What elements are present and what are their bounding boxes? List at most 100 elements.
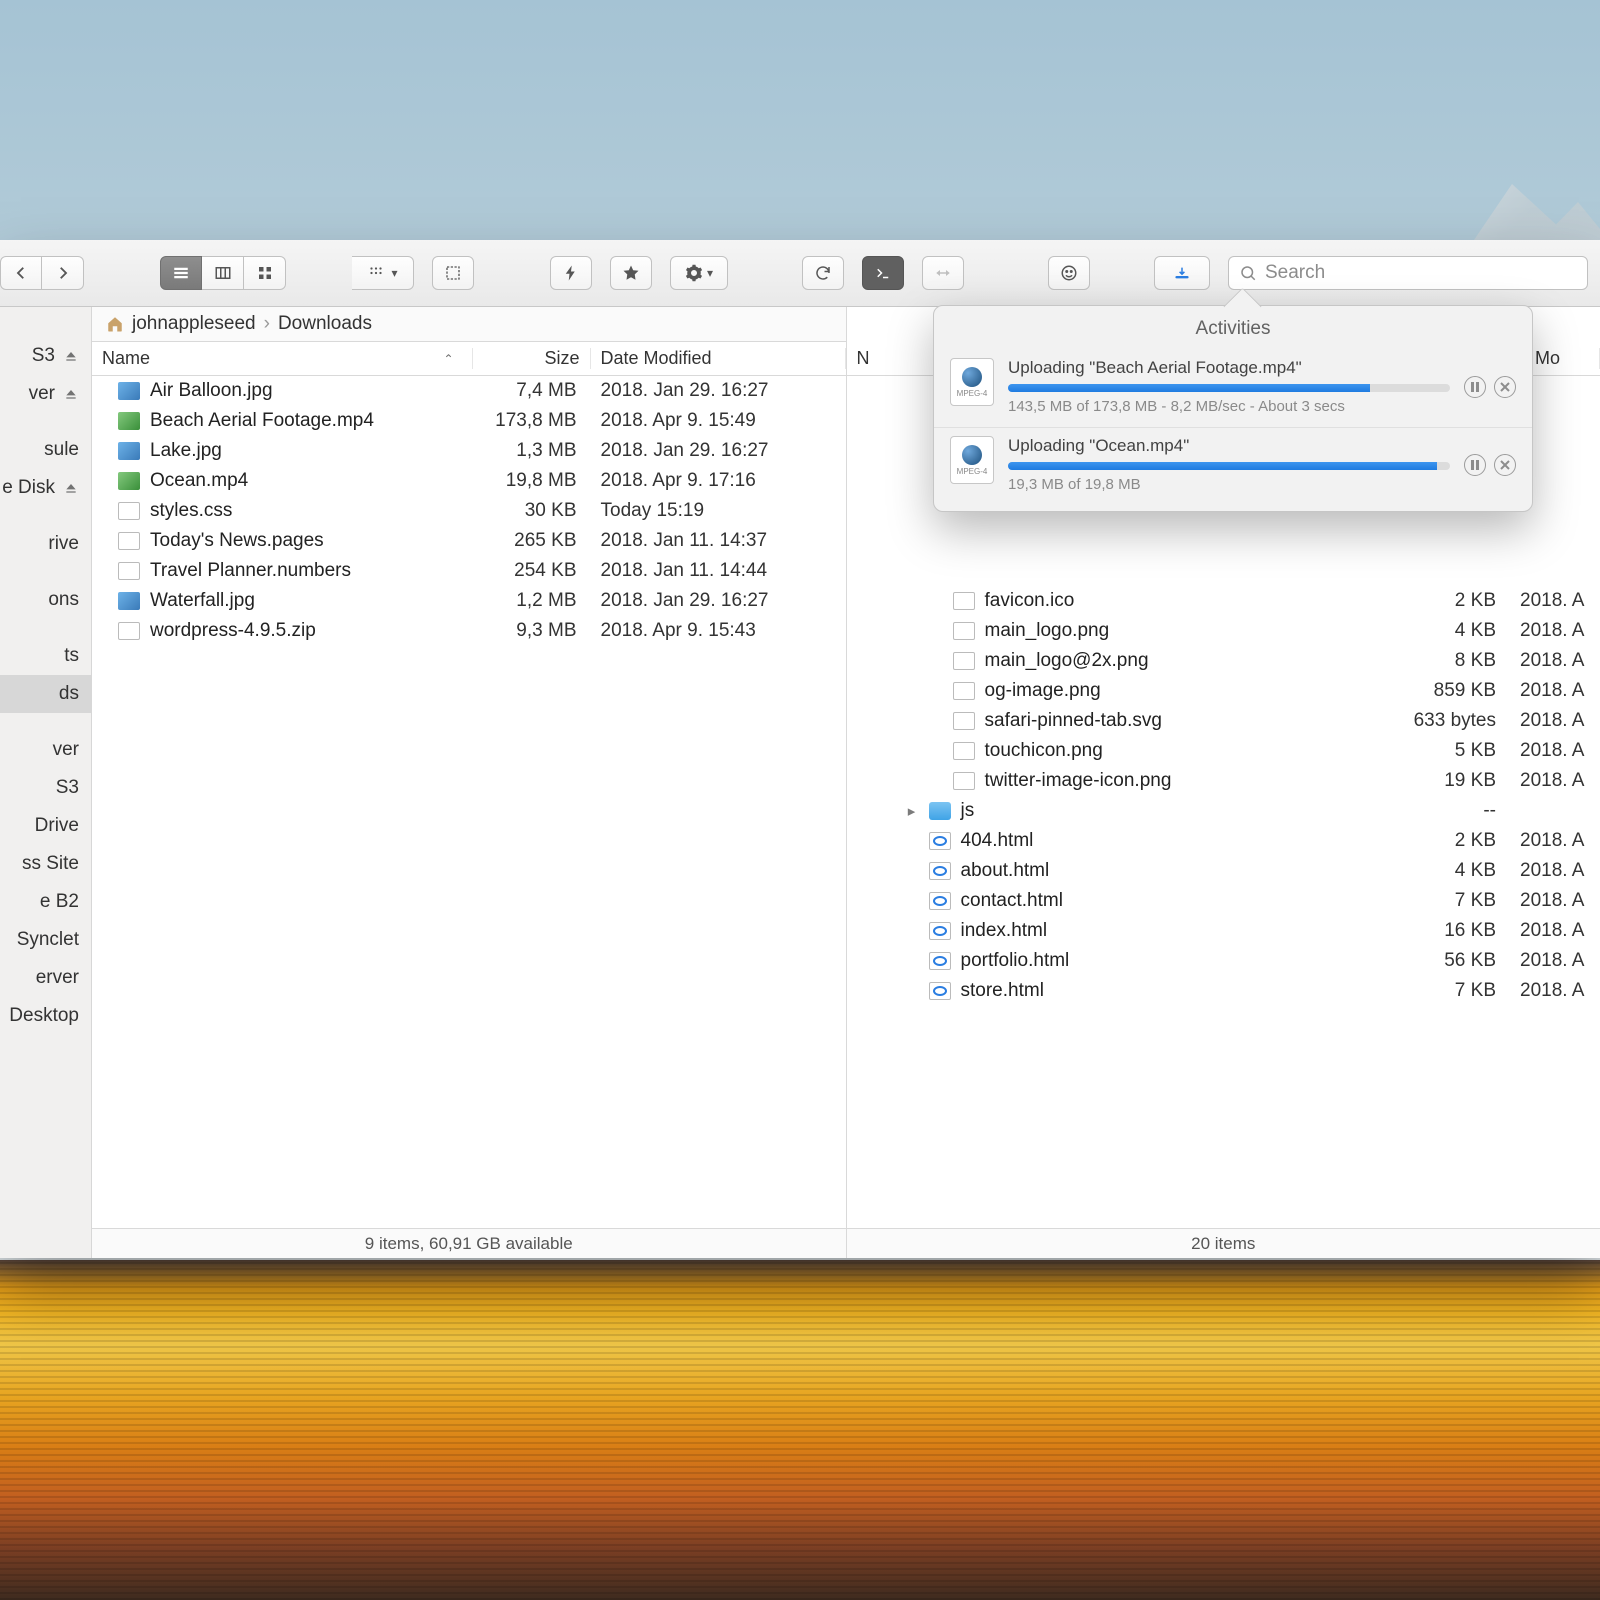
file-row[interactable]: Lake.jpg1,3 MB2018. Jan 29. 16:27 <box>92 436 846 466</box>
sidebar: .S3ver.sulee Disk.rive.ons.tsds.verS3Dri… <box>0 307 92 1258</box>
new-folder-button[interactable] <box>432 256 474 290</box>
file-row[interactable]: touchicon.png5 KB2018. A <box>847 736 1600 766</box>
cancel-button[interactable] <box>1494 454 1516 476</box>
terminal-button[interactable] <box>862 256 904 290</box>
file-date: 2018. Jan 11. 14:37 <box>591 530 846 552</box>
file-row[interactable]: contact.html7 KB2018. A <box>847 886 1600 916</box>
file-row[interactable]: Today's News.pages265 KB2018. Jan 11. 14… <box>92 526 846 556</box>
file-icon <box>929 982 951 1000</box>
activity-detail: 19,3 MB of 19,8 MB <box>1008 476 1450 493</box>
cancel-button[interactable] <box>1494 376 1516 398</box>
left-header: Name ⌃ Size Date Modified <box>92 342 846 376</box>
file-size: -- <box>1370 800 1510 822</box>
breadcrumb-seg[interactable]: Downloads <box>278 313 372 335</box>
file-row[interactable]: portfolio.html56 KB2018. A <box>847 946 1600 976</box>
pause-button[interactable] <box>1464 376 1486 398</box>
eject-icon[interactable] <box>63 348 79 364</box>
file-size: 9,3 MB <box>473 620 591 642</box>
file-date: 2018. Apr 9. 15:43 <box>591 620 846 642</box>
favorite-button[interactable] <box>610 256 652 290</box>
file-row[interactable]: Ocean.mp419,8 MB2018. Apr 9. 17:16 <box>92 466 846 496</box>
eject-icon[interactable] <box>63 480 79 496</box>
file-icon <box>953 682 975 700</box>
transfers-button[interactable] <box>1154 256 1210 290</box>
file-row[interactable]: main_logo.png4 KB2018. A <box>847 616 1600 646</box>
sidebar-item-label: S3 <box>32 345 55 367</box>
sync-button[interactable] <box>802 256 844 290</box>
arrange-button[interactable]: ▾ <box>352 256 414 290</box>
sidebar-item[interactable]: rive <box>0 525 91 563</box>
file-size: 1,3 MB <box>473 440 591 462</box>
sidebar-item[interactable]: Synclet <box>0 921 91 959</box>
sidebar-item[interactable]: ver <box>0 731 91 769</box>
file-row[interactable]: Waterfall.jpg1,2 MB2018. Jan 29. 16:27 <box>92 586 846 616</box>
file-row[interactable]: store.html7 KB2018. A <box>847 976 1600 1006</box>
sidebar-item-label: S3 <box>56 777 79 799</box>
file-size: 4 KB <box>1370 860 1510 882</box>
breadcrumb-seg[interactable]: johnappleseed <box>132 313 256 335</box>
file-row[interactable]: wordpress-4.9.5.zip9,3 MB2018. Apr 9. 15… <box>92 616 846 646</box>
pause-button[interactable] <box>1464 454 1486 476</box>
sidebar-item[interactable]: erver <box>0 959 91 997</box>
sidebar-item-label: rive <box>48 533 79 555</box>
file-row[interactable]: twitter-image-icon.png19 KB2018. A <box>847 766 1600 796</box>
file-size: 19,8 MB <box>473 470 591 492</box>
sidebar-item[interactable]: S3 <box>0 337 91 375</box>
col-name[interactable]: Name ⌃ <box>92 348 473 369</box>
file-row[interactable]: Travel Planner.numbers254 KB2018. Jan 11… <box>92 556 846 586</box>
file-date: 2018. A <box>1510 830 1600 852</box>
sidebar-item[interactable]: Drive <box>0 807 91 845</box>
file-name: styles.css <box>150 500 232 522</box>
action-menu-button[interactable]: ▾ <box>670 256 728 290</box>
sidebar-item-label: ons <box>48 589 79 611</box>
file-name: favicon.ico <box>985 590 1075 612</box>
file-row[interactable]: safari-pinned-tab.svg633 bytes2018. A <box>847 706 1600 736</box>
file-name: js <box>961 800 975 822</box>
view-columns-button[interactable] <box>202 256 244 290</box>
eject-icon[interactable] <box>63 386 79 402</box>
file-row[interactable]: index.html16 KB2018. A <box>847 916 1600 946</box>
search-field[interactable]: Search <box>1228 256 1588 290</box>
file-icon <box>953 772 975 790</box>
file-row[interactable]: ▸ js -- <box>847 796 1600 826</box>
file-row[interactable]: Beach Aerial Footage.mp4173,8 MB2018. Ap… <box>92 406 846 436</box>
file-date: 2018. A <box>1510 980 1600 1002</box>
file-name: main_logo@2x.png <box>985 650 1149 672</box>
col-name-label: Name <box>102 348 150 369</box>
file-date: 2018. Jan 29. 16:27 <box>591 440 846 462</box>
view-icons-button[interactable] <box>244 256 286 290</box>
col-date[interactable]: Date Modified <box>591 348 846 369</box>
file-row[interactable]: og-image.png859 KB2018. A <box>847 676 1600 706</box>
file-size: 5 KB <box>1370 740 1510 762</box>
sidebar-item[interactable]: sule <box>0 431 91 469</box>
file-row[interactable]: 404.html2 KB2018. A <box>847 826 1600 856</box>
emoji-button[interactable] <box>1048 256 1090 290</box>
compare-button[interactable] <box>922 256 964 290</box>
left-breadcrumb[interactable]: johnappleseed › Downloads <box>92 307 846 342</box>
file-date: 2018. A <box>1510 710 1600 732</box>
view-list-button[interactable] <box>160 256 202 290</box>
sidebar-item[interactable]: ds <box>0 675 91 713</box>
file-icon <box>953 712 975 730</box>
file-name: store.html <box>961 980 1044 1002</box>
file-row[interactable]: styles.css30 KBToday 15:19 <box>92 496 846 526</box>
disclosure-triangle-icon[interactable]: ▸ <box>905 802 919 820</box>
sidebar-item[interactable]: ver <box>0 375 91 413</box>
file-name: og-image.png <box>985 680 1101 702</box>
sidebar-item[interactable]: e Disk <box>0 469 91 507</box>
sidebar-item[interactable]: S3 <box>0 769 91 807</box>
forward-button[interactable] <box>42 256 84 290</box>
file-row[interactable]: about.html4 KB2018. A <box>847 856 1600 886</box>
quick-action-button[interactable] <box>550 256 592 290</box>
sidebar-item-label: Desktop <box>9 1005 79 1027</box>
file-row[interactable]: main_logo@2x.png8 KB2018. A <box>847 646 1600 676</box>
file-row[interactable]: Air Balloon.jpg7,4 MB2018. Jan 29. 16:27 <box>92 376 846 406</box>
sidebar-item[interactable]: Desktop <box>0 997 91 1035</box>
sidebar-item[interactable]: ons <box>0 581 91 619</box>
sidebar-item[interactable]: ts <box>0 637 91 675</box>
sidebar-item[interactable]: e B2 <box>0 883 91 921</box>
back-button[interactable] <box>0 256 42 290</box>
sidebar-item[interactable]: ss Site <box>0 845 91 883</box>
col-size[interactable]: Size <box>473 348 591 369</box>
file-row[interactable]: favicon.ico2 KB2018. A <box>847 586 1600 616</box>
